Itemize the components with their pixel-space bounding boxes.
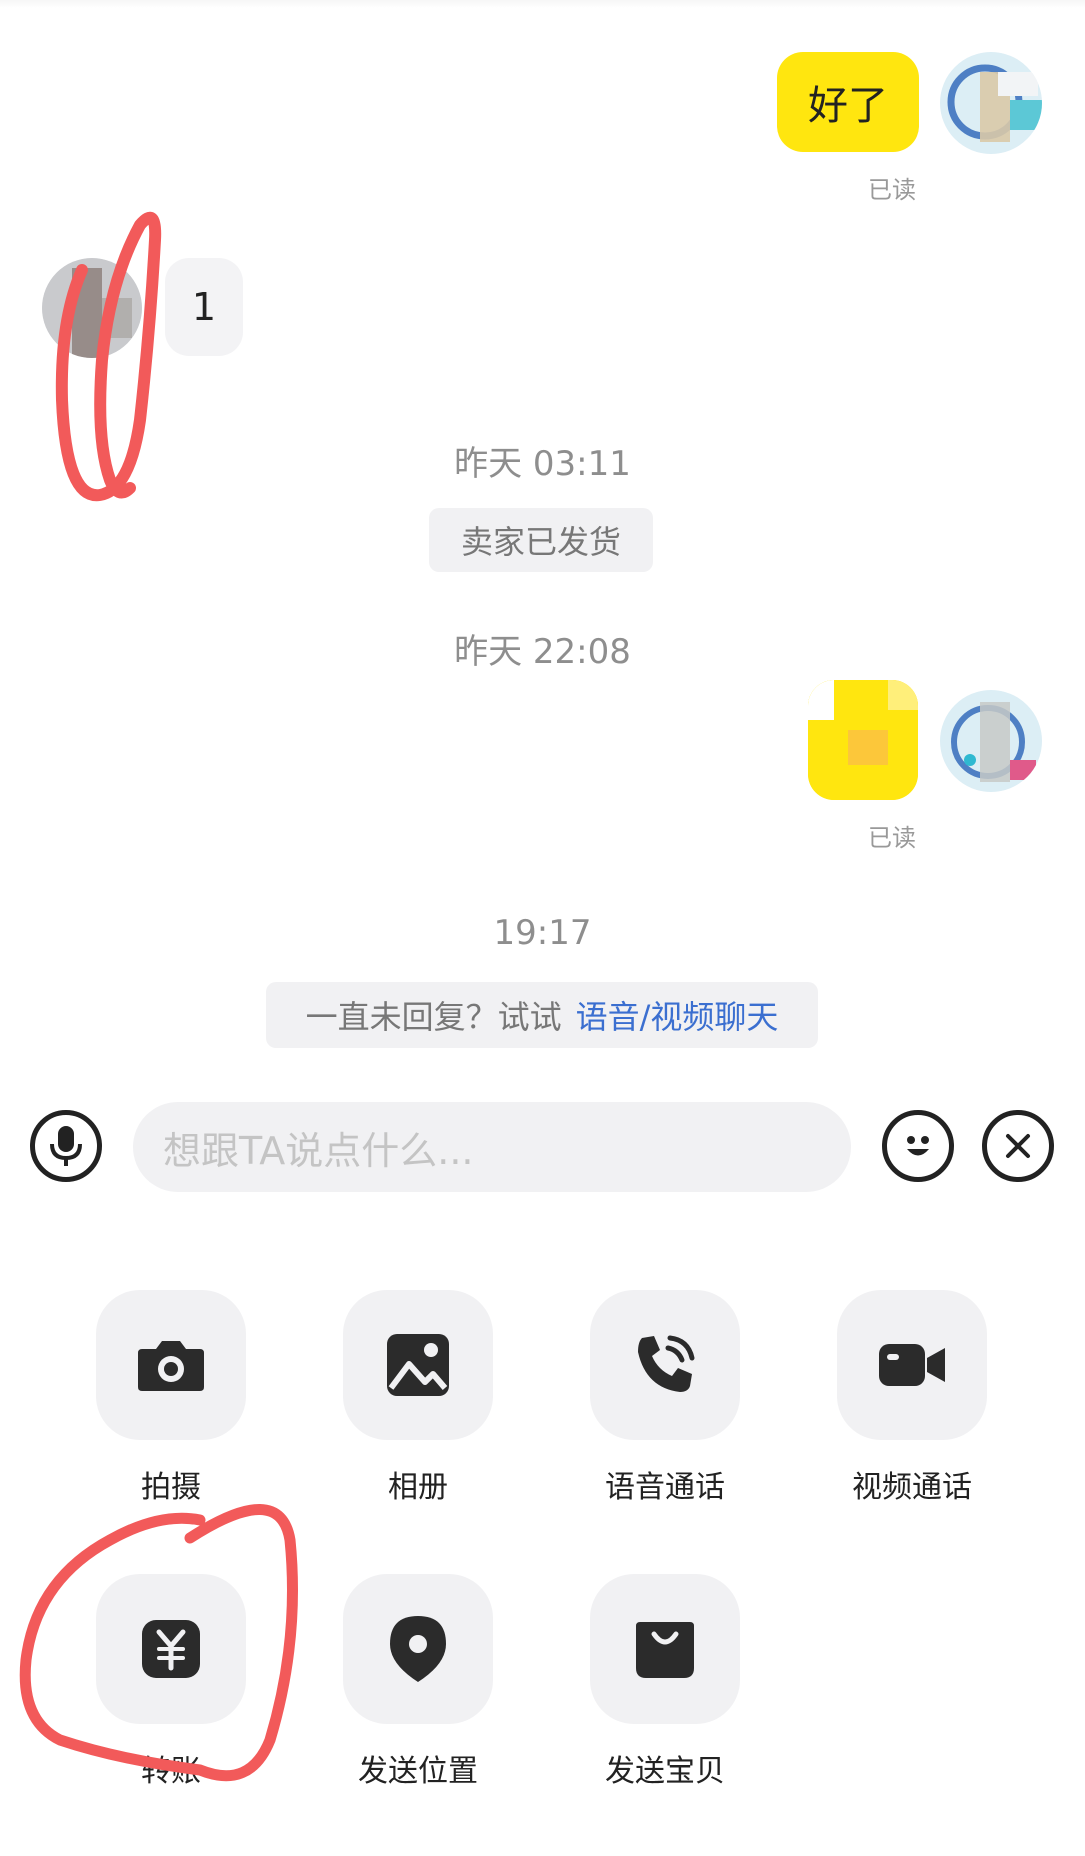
voice-video-chat-link[interactable]: 语音/视频聊天 xyxy=(576,992,779,1038)
blurred-content-icon xyxy=(808,680,918,800)
message-input[interactable]: 想跟TA说点什么... xyxy=(133,1102,851,1192)
smiley-icon xyxy=(907,1136,929,1156)
tool-camera[interactable]: 拍摄 xyxy=(51,1290,291,1506)
tool-label: 拍摄 xyxy=(141,1470,201,1505)
tool-label: 语音通话 xyxy=(605,1470,725,1505)
read-status: 已读 xyxy=(868,824,916,852)
shopping-bag-icon xyxy=(636,1622,694,1678)
other-avatar[interactable] xyxy=(42,258,142,358)
emoji-button[interactable] xyxy=(882,1110,954,1182)
my-avatar[interactable] xyxy=(940,52,1042,154)
tool-video-call[interactable]: 视频通话 xyxy=(792,1290,1032,1506)
voice-call-icon xyxy=(638,1335,695,1392)
my-avatar[interactable] xyxy=(940,690,1042,792)
other-message-bubble[interactable]: 1 xyxy=(165,258,243,356)
tool-album-box[interactable] xyxy=(343,1290,493,1440)
tool-voice-call-box[interactable] xyxy=(590,1290,740,1440)
read-status: 已读 xyxy=(868,176,916,204)
voice-input-button[interactable] xyxy=(30,1110,102,1182)
tool-send-location[interactable]: 发送位置 xyxy=(298,1574,538,1790)
tool-label: 发送宝贝 xyxy=(605,1754,725,1789)
timestamp: 昨天 03:11 xyxy=(454,444,631,484)
location-pin-icon xyxy=(390,1616,446,1682)
tool-label: 视频通话 xyxy=(852,1470,972,1505)
message-text: 1 xyxy=(191,285,217,329)
timestamp: 19:17 xyxy=(493,913,592,953)
tool-voice-call[interactable]: 语音通话 xyxy=(545,1290,785,1506)
tool-label: 转账 xyxy=(141,1754,201,1789)
photo-album-icon xyxy=(387,1334,449,1396)
top-divider xyxy=(0,0,1085,8)
yuan-transfer-icon xyxy=(142,1620,200,1678)
video-call-icon xyxy=(879,1344,945,1386)
camera-icon xyxy=(138,1341,204,1391)
system-notice-shipped: 卖家已发货 xyxy=(429,508,653,572)
close-icon xyxy=(1006,1134,1030,1158)
my-message-bubble[interactable] xyxy=(808,680,918,800)
tool-album[interactable]: 相册 xyxy=(298,1290,538,1506)
tool-send-item[interactable]: 发送宝贝 xyxy=(545,1574,785,1790)
timestamp: 昨天 22:08 xyxy=(454,632,631,672)
tool-label: 发送位置 xyxy=(358,1754,478,1789)
tool-send-location-box[interactable] xyxy=(343,1574,493,1724)
tool-transfer[interactable]: 转账 xyxy=(51,1574,291,1790)
tool-label: 相册 xyxy=(388,1470,448,1505)
my-message-bubble[interactable]: 好了 xyxy=(777,52,919,152)
tool-camera-box[interactable] xyxy=(96,1290,246,1440)
message-text: 好了 xyxy=(808,83,888,129)
microphone-icon xyxy=(50,1126,82,1166)
close-panel-button[interactable] xyxy=(982,1110,1054,1182)
tool-video-call-box[interactable] xyxy=(837,1290,987,1440)
system-notice-no-reply: 一直未回复？试试 语音/视频聊天 xyxy=(266,982,818,1048)
tool-transfer-box[interactable] xyxy=(96,1574,246,1724)
tool-send-item-box[interactable] xyxy=(590,1574,740,1724)
